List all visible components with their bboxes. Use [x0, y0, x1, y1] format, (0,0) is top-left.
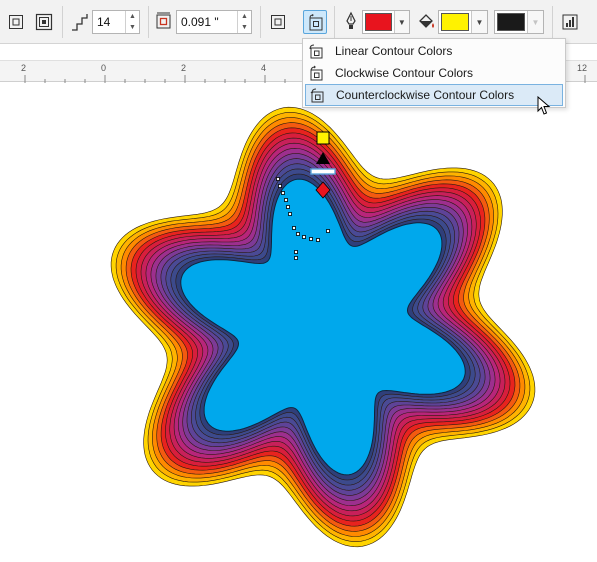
ruler-label: 12: [577, 63, 588, 73]
node-handle[interactable]: [284, 198, 288, 202]
linear-colors-button[interactable]: [266, 10, 290, 34]
menu-item-label: Counterclockwise Contour Colors: [336, 88, 515, 102]
end-color-handle[interactable]: [316, 131, 330, 145]
inside-contour-button[interactable]: [32, 10, 56, 34]
offset-spinbox[interactable]: 0.091 " ▲ ▼: [176, 10, 252, 34]
fill-color-picker[interactable]: ▼: [438, 10, 488, 34]
acceleration-icon: [562, 14, 578, 30]
node-handle[interactable]: [309, 237, 313, 241]
linear-contour-icon: [271, 15, 285, 29]
offset-up-arrow[interactable]: ▲: [238, 11, 251, 22]
chevron-down-icon: ▼: [527, 11, 543, 33]
node-handle[interactable]: [294, 256, 298, 260]
offset-slider-handle[interactable]: [310, 168, 336, 175]
chevron-down-icon[interactable]: ▼: [471, 11, 487, 33]
contour-to-center-icon: [9, 15, 23, 29]
fill-color-swatch[interactable]: [441, 13, 469, 31]
drawing-canvas[interactable]: [0, 82, 597, 557]
node-handle[interactable]: [302, 235, 306, 239]
offset-value[interactable]: 0.091 ": [177, 11, 237, 33]
outline-color-swatch[interactable]: [365, 13, 392, 31]
mouse-pointer-icon: [537, 95, 551, 121]
menu-item-label: Clockwise Contour Colors: [335, 66, 474, 80]
third-color-swatch[interactable]: [497, 13, 525, 31]
inside-contour-icon: [35, 13, 53, 31]
offset-icon: [154, 10, 174, 34]
node-handle[interactable]: [326, 229, 330, 233]
contour-colors-dropdown-button[interactable]: [303, 10, 327, 34]
node-handle[interactable]: [292, 226, 296, 230]
counterclockwise-contour-icon: [309, 14, 323, 31]
contour-flower-shape[interactable]: [0, 82, 597, 557]
menu-item-counterclockwise-contour-colors[interactable]: Counterclockwise Contour Colors: [305, 84, 563, 106]
toolbar-separator: [62, 6, 63, 38]
menu-item-linear-contour-colors[interactable]: Linear Contour Colors: [305, 40, 563, 62]
node-handle[interactable]: [294, 250, 298, 254]
offset-down-arrow[interactable]: ▼: [238, 22, 251, 33]
steps-down-arrow[interactable]: ▼: [126, 22, 139, 33]
counterclockwise-contour-icon: [306, 85, 328, 105]
toolbar-separator: [148, 6, 149, 38]
menu-item-clockwise-contour-colors[interactable]: Clockwise Contour Colors: [305, 62, 563, 84]
outline-color-picker[interactable]: ▼: [362, 10, 410, 34]
to-center-button[interactable]: [4, 10, 28, 34]
toolbar-separator: [334, 6, 335, 38]
toolbar-separator: [552, 6, 553, 38]
menu-item-label: Linear Contour Colors: [335, 44, 453, 58]
ruler-label: 2: [181, 63, 187, 73]
node-handle[interactable]: [286, 205, 290, 209]
steps-spinbox[interactable]: 14 ▲ ▼: [92, 10, 140, 34]
linear-contour-icon: [305, 41, 327, 61]
ruler-label: 4: [261, 63, 267, 73]
node-handle[interactable]: [278, 184, 282, 188]
node-handle[interactable]: [296, 232, 300, 236]
fill-bucket-icon: [416, 10, 436, 34]
node-handle[interactable]: [316, 238, 320, 242]
node-handle[interactable]: [281, 191, 285, 195]
node-handle[interactable]: [288, 212, 292, 216]
acceleration-button[interactable]: [558, 10, 582, 34]
toolbar-separator: [260, 6, 261, 38]
chevron-down-icon[interactable]: ▼: [393, 11, 409, 33]
clockwise-contour-icon: [305, 63, 327, 83]
third-color-picker[interactable]: ▼: [494, 10, 544, 34]
ruler-label: 2: [21, 63, 27, 73]
outline-pen-icon: [342, 10, 360, 34]
steps-icon: [70, 10, 90, 34]
steps-up-arrow[interactable]: ▲: [126, 11, 139, 22]
node-handle[interactable]: [276, 177, 280, 181]
ruler-label: 0: [101, 63, 107, 73]
steps-value[interactable]: 14: [93, 11, 125, 33]
contour-colors-menu: Linear Contour Colors Clockwise Contour …: [302, 38, 566, 108]
